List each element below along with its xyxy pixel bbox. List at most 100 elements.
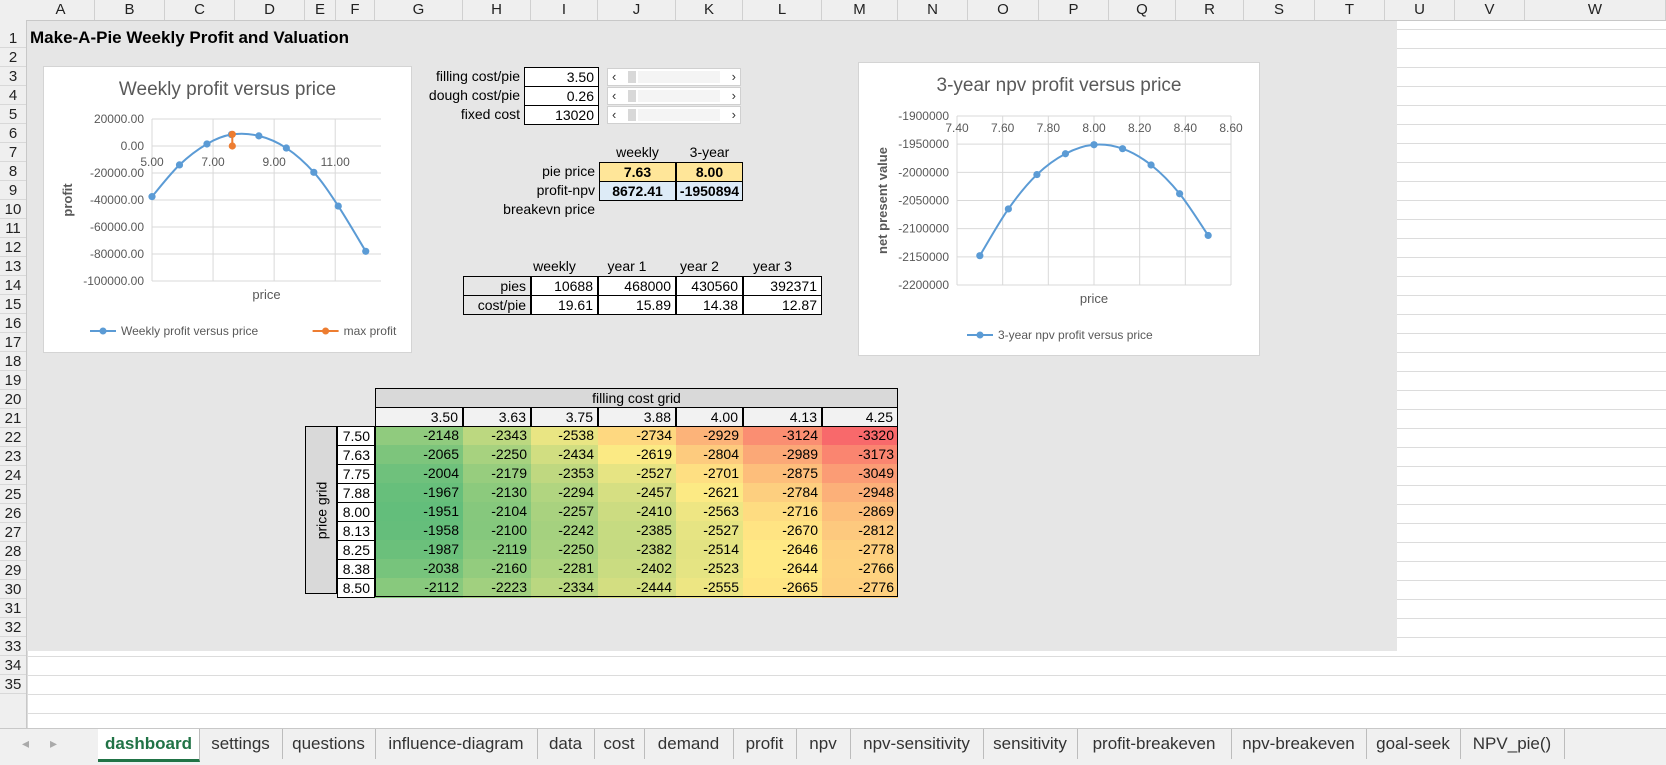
slider-left-arrow-icon[interactable]: ‹ [612, 69, 616, 85]
column-header-D[interactable]: D [235, 0, 305, 20]
row-header-30[interactable]: 30 [0, 580, 26, 599]
volume-cell[interactable]: 15.89 [598, 295, 676, 315]
slider-track[interactable] [638, 109, 720, 121]
row-header-20[interactable]: 20 [0, 390, 26, 409]
tab-npv-sensitivity[interactable]: npv-sensitivity [850, 729, 984, 759]
volume-cell[interactable]: 14.38 [676, 295, 743, 315]
tab-NPV_pie()[interactable]: NPV_pie() [1460, 729, 1565, 759]
input-value[interactable]: 13020 [524, 105, 599, 125]
column-header-C[interactable]: C [165, 0, 235, 20]
tab-influence-diagram[interactable]: influence-diagram [375, 729, 538, 759]
slider-track[interactable] [638, 71, 720, 83]
input-value[interactable]: 0.26 [524, 86, 599, 106]
tab-settings[interactable]: settings [199, 729, 283, 759]
tab-scroll-right-icon[interactable]: ▸ [50, 735, 57, 752]
row-header-10[interactable]: 10 [0, 200, 26, 219]
column-header-B[interactable]: B [95, 0, 165, 20]
tab-npv[interactable]: npv [796, 729, 851, 759]
slider-thumb[interactable] [628, 71, 636, 83]
row-header-31[interactable]: 31 [0, 599, 26, 618]
npv-profit-chart[interactable]: 3-year npv profit versus price -1900000-… [858, 62, 1260, 356]
column-header-O[interactable]: O [968, 0, 1039, 20]
row-header-17[interactable]: 17 [0, 333, 26, 352]
row-header-15[interactable]: 15 [0, 295, 26, 314]
input-value[interactable]: 3.50 [524, 67, 599, 87]
volume-cell[interactable]: 392371 [743, 276, 822, 296]
tab-goal-seek[interactable]: goal-seek [1366, 729, 1461, 759]
row-header-8[interactable]: 8 [0, 162, 26, 181]
column-header-S[interactable]: S [1244, 0, 1315, 20]
column-header-L[interactable]: L [743, 0, 822, 20]
row-header-7[interactable]: 7 [0, 143, 26, 162]
volume-cell[interactable]: 10688 [531, 276, 598, 296]
row-header-29[interactable]: 29 [0, 561, 26, 580]
column-header-G[interactable]: G [375, 0, 463, 20]
row-header-33[interactable]: 33 [0, 637, 26, 656]
slider-thumb[interactable] [628, 90, 636, 102]
pie-price-3year[interactable]: 8.00 [676, 162, 743, 182]
column-header-R[interactable]: R [1176, 0, 1244, 20]
input-slider[interactable]: ‹ › [607, 87, 741, 105]
row-header-26[interactable]: 26 [0, 504, 26, 523]
column-header-K[interactable]: K [676, 0, 743, 20]
tab-questions[interactable]: questions [282, 729, 376, 759]
column-header-E[interactable]: E [305, 0, 336, 20]
weekly-profit-chart[interactable]: Weekly profit versus price 20000.00 0.00 -… [43, 66, 412, 353]
column-header-W[interactable]: W [1525, 0, 1666, 20]
column-header-T[interactable]: T [1315, 0, 1385, 20]
row-header-14[interactable]: 14 [0, 276, 26, 295]
row-header-16[interactable]: 16 [0, 314, 26, 333]
column-header-P[interactable]: P [1039, 0, 1109, 20]
slider-thumb[interactable] [628, 109, 636, 121]
column-header-F[interactable]: F [336, 0, 375, 20]
column-header-J[interactable]: J [598, 0, 676, 20]
tab-demand[interactable]: demand [644, 729, 734, 759]
input-slider[interactable]: ‹ › [607, 106, 741, 124]
row-header-2[interactable]: 2 [0, 48, 26, 67]
slider-left-arrow-icon[interactable]: ‹ [612, 88, 616, 104]
column-header-Q[interactable]: Q [1109, 0, 1176, 20]
row-header-18[interactable]: 18 [0, 352, 26, 371]
row-header-11[interactable]: 11 [0, 219, 26, 238]
slider-right-arrow-icon[interactable]: › [732, 107, 736, 123]
volume-cell[interactable]: 19.61 [531, 295, 598, 315]
tab-scroll-left-icon[interactable]: ◂ [22, 735, 29, 752]
slider-right-arrow-icon[interactable]: › [732, 69, 736, 85]
row-header-12[interactable]: 12 [0, 238, 26, 257]
column-header-I[interactable]: I [531, 0, 598, 20]
input-slider[interactable]: ‹ › [607, 68, 741, 86]
tab-profit-breakeven[interactable]: profit-breakeven [1077, 729, 1232, 759]
column-header-V[interactable]: V [1455, 0, 1525, 20]
row-header-28[interactable]: 28 [0, 542, 26, 561]
volume-cell[interactable]: 468000 [598, 276, 676, 296]
row-header-3[interactable]: 3 [0, 67, 26, 86]
tab-sensitivity[interactable]: sensitivity [983, 729, 1078, 759]
column-header-A[interactable]: A [27, 0, 95, 20]
row-header-4[interactable]: 4 [0, 86, 26, 105]
tab-dashboard[interactable]: dashboard [98, 729, 200, 762]
profit-weekly[interactable]: 8672.41 [599, 181, 676, 201]
tab-npv-breakeven[interactable]: npv-breakeven [1231, 729, 1367, 759]
slider-left-arrow-icon[interactable]: ‹ [612, 107, 616, 123]
row-header-24[interactable]: 24 [0, 466, 26, 485]
row-header-34[interactable]: 34 [0, 656, 26, 675]
tab-cost[interactable]: cost [594, 729, 645, 759]
row-header-19[interactable]: 19 [0, 371, 26, 390]
slider-right-arrow-icon[interactable]: › [732, 88, 736, 104]
volume-cell[interactable]: 12.87 [743, 295, 822, 315]
row-header-32[interactable]: 32 [0, 618, 26, 637]
column-header-H[interactable]: H [463, 0, 531, 20]
row-header-25[interactable]: 25 [0, 485, 26, 504]
tab-data[interactable]: data [537, 729, 595, 759]
row-header-22[interactable]: 22 [0, 428, 26, 447]
pie-price-weekly[interactable]: 7.63 [599, 162, 676, 182]
row-header-6[interactable]: 6 [0, 124, 26, 143]
row-header-1[interactable]: 1 [0, 29, 26, 48]
volume-cell[interactable]: 430560 [676, 276, 743, 296]
row-header-21[interactable]: 21 [0, 409, 26, 428]
column-header-U[interactable]: U [1385, 0, 1455, 20]
tab-profit[interactable]: profit [733, 729, 797, 759]
row-header-35[interactable]: 35 [0, 675, 26, 694]
slider-track[interactable] [638, 90, 720, 102]
row-header-13[interactable]: 13 [0, 257, 26, 276]
